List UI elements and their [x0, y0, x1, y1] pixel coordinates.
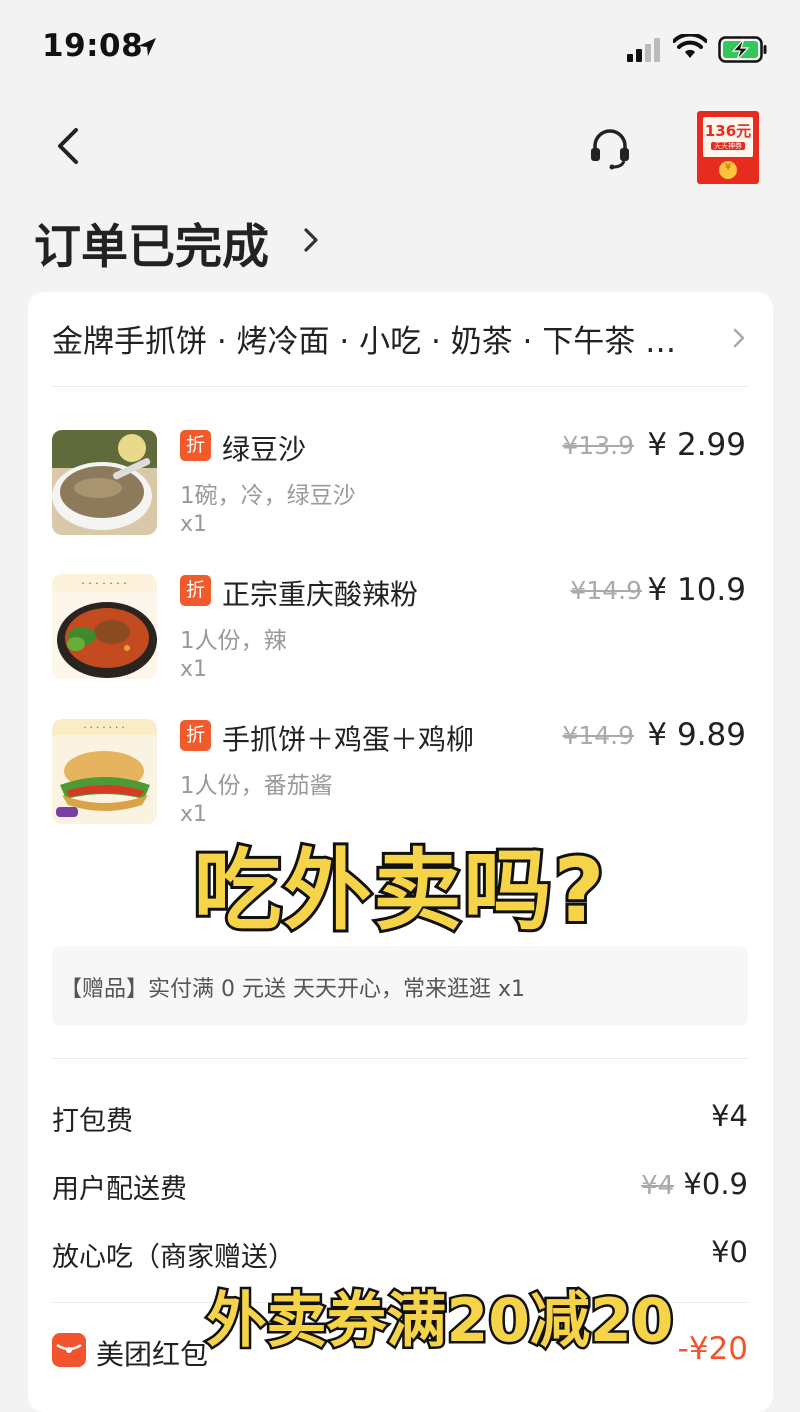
- worry-free-value: ¥0: [711, 1235, 748, 1269]
- item-spec: 1人份，番茄酱: [180, 773, 333, 799]
- hot-sour-noodles-image: · · · · · · ·: [52, 574, 157, 679]
- red-packet-button[interactable]: 136元 天天神券 ¥: [697, 111, 759, 184]
- item-quantity: x1: [180, 657, 208, 682]
- delivery-fee-value: ¥4 ¥0.9: [641, 1167, 748, 1201]
- caption-bottom: 外卖券满20减20: [204, 1284, 676, 1359]
- item-name[interactable]: 绿豆沙: [222, 428, 306, 468]
- mung-bean-soup-image: [52, 430, 157, 535]
- hand-pulled-pancake-image: · · · · · · ·: [52, 719, 157, 824]
- status-time: 19:08: [42, 28, 144, 64]
- battery-charging-icon: [718, 36, 767, 63]
- caption-top: 吃外卖吗?: [190, 836, 607, 945]
- item-original-price: ¥14.9: [570, 576, 642, 605]
- item-thumbnail-hot-sour-noodles[interactable]: · · · · · · ·: [52, 574, 157, 679]
- red-packet-amount: 136元: [704, 122, 752, 140]
- item-thumbnail-mung-bean-soup[interactable]: [52, 430, 157, 535]
- item-original-price: ¥14.9: [562, 721, 634, 750]
- coin-icon: ¥: [719, 161, 737, 179]
- item-price: ¥ 9.89: [647, 717, 746, 753]
- chevron-right-icon[interactable]: [302, 225, 320, 255]
- store-chevron-right-icon[interactable]: [732, 327, 746, 349]
- order-status-title[interactable]: 订单已完成: [34, 208, 269, 277]
- store-name[interactable]: 金牌手抓饼 · 烤冷面 · 小吃 · 奶茶 · 下午茶 …: [52, 316, 732, 361]
- headset-icon[interactable]: [588, 126, 632, 170]
- discount-badge: 折: [180, 720, 211, 751]
- svg-text:· · · · · · ·: · · · · · · ·: [83, 723, 124, 734]
- discount-badge: 折: [180, 575, 211, 606]
- discount-badge: 折: [180, 430, 211, 461]
- red-packet-subtitle: 天天神券: [711, 142, 745, 150]
- item-price: ¥ 2.99: [647, 427, 746, 463]
- wifi-icon: [673, 34, 707, 58]
- delivery-fee-label: 用户配送费: [52, 1174, 187, 1205]
- item-name[interactable]: 正宗重庆酸辣粉: [222, 573, 418, 613]
- worry-free-label: 放心吃（商家赠送）: [52, 1242, 295, 1273]
- packing-fee-value: ¥4: [711, 1099, 748, 1133]
- packing-fee-label: 打包费: [52, 1106, 133, 1137]
- divider: [52, 386, 748, 387]
- delivery-fee-current: ¥0.9: [683, 1167, 748, 1201]
- svg-text:· · · · · · ·: · · · · · · ·: [81, 577, 126, 590]
- cellular-signal-icon: [627, 38, 660, 62]
- item-quantity: x1: [180, 512, 208, 537]
- item-name[interactable]: 手抓饼＋鸡蛋＋鸡柳: [222, 718, 474, 758]
- delivery-fee-original: ¥4: [641, 1171, 675, 1201]
- location-arrow-icon: [138, 38, 156, 56]
- item-thumbnail-hand-pulled-pancake[interactable]: · · · · · · ·: [52, 719, 157, 824]
- item-spec: 1人份，辣: [180, 628, 287, 654]
- back-chevron-icon[interactable]: [52, 124, 86, 168]
- divider: [52, 1058, 748, 1059]
- gift-text: 【赠品】实付满 0 元送 天天开心，常来逛逛 x1: [60, 977, 525, 1002]
- item-price: ¥ 10.9: [647, 572, 746, 608]
- item-original-price: ¥13.9: [562, 431, 634, 460]
- item-spec: 1碗，冷，绿豆沙: [180, 483, 356, 509]
